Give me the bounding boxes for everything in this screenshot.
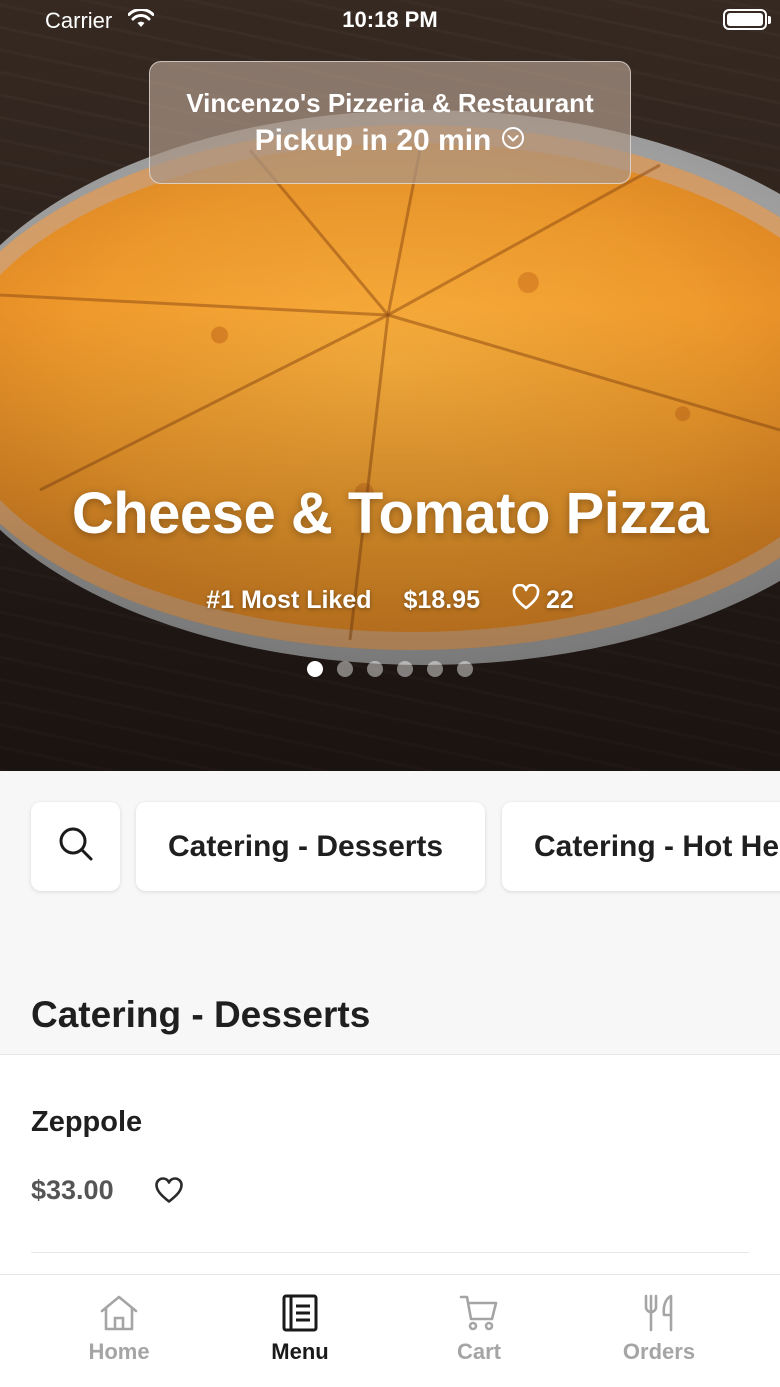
search-button[interactable] <box>31 802 120 891</box>
featured-rank: #1 Most Liked <box>206 586 372 614</box>
featured-hero[interactable]: Carrier 10:18 PM Vincenzo's Pizzeria & R… <box>0 0 780 771</box>
likes-count: 22 <box>545 586 574 614</box>
category-chip-catering-desserts[interactable]: Catering - Desserts <box>136 802 485 891</box>
menu-item-price: $33.00 <box>31 1175 114 1205</box>
featured-item-meta: #1 Most Liked $18.95 22 <box>0 583 780 617</box>
carousel-dot[interactable] <box>367 661 383 677</box>
carousel-dot[interactable] <box>427 661 443 677</box>
status-bar: Carrier 10:18 PM <box>0 0 780 40</box>
tab-label: Orders <box>622 1339 696 1364</box>
carousel-dot[interactable] <box>307 661 323 677</box>
pickup-time: Pickup in 20 min <box>150 124 630 158</box>
home-icon <box>29 1293 209 1333</box>
tab-label: Home <box>88 1339 150 1364</box>
menu-item-list: Zeppole $33.00 <box>0 1054 780 1274</box>
cart-icon <box>389 1293 569 1333</box>
tab-menu[interactable]: Menu <box>210 1293 390 1365</box>
category-chip-catering-hot-heroes[interactable]: Catering - Hot Heroes <box>502 802 780 891</box>
featured-price: $18.95 <box>403 586 480 614</box>
tab-label: Cart <box>456 1339 501 1364</box>
fork-knife-icon <box>569 1293 749 1333</box>
tab-cart[interactable]: Cart <box>389 1293 569 1365</box>
tab-orders[interactable]: Orders <box>569 1293 749 1365</box>
store-selector[interactable]: Vincenzo's Pizzeria & Restaurant Pickup … <box>149 61 631 184</box>
clock: 10:18 PM <box>342 7 438 32</box>
menu-item-name: Zeppole <box>31 1106 143 1138</box>
heart-icon[interactable] <box>154 1176 184 1209</box>
search-icon <box>56 824 96 869</box>
carousel-pagination[interactable] <box>0 661 780 677</box>
carousel-dot[interactable] <box>397 661 413 677</box>
tab-bar: Home Menu Cart Orders <box>0 1274 780 1387</box>
featured-likes: 22 <box>512 583 574 617</box>
tab-label: Menu <box>271 1339 329 1364</box>
menu-icon <box>210 1293 390 1333</box>
tab-home[interactable]: Home <box>29 1293 209 1365</box>
carousel-dot[interactable] <box>337 661 353 677</box>
featured-item-title: Cheese & Tomato Pizza <box>71 481 709 546</box>
section-title: Catering - Desserts <box>31 994 371 1035</box>
pickup-label: Pickup in 20 min <box>254 124 492 157</box>
chevron-down-circle-icon <box>501 124 525 158</box>
category-bar: Catering - Desserts Catering - Hot Heroe… <box>0 771 780 921</box>
battery-icon <box>723 9 771 30</box>
divider <box>31 1252 749 1253</box>
carousel-dot[interactable] <box>457 661 473 677</box>
heart-icon <box>512 583 540 617</box>
store-name: Vincenzo's Pizzeria & Restaurant <box>186 88 594 118</box>
